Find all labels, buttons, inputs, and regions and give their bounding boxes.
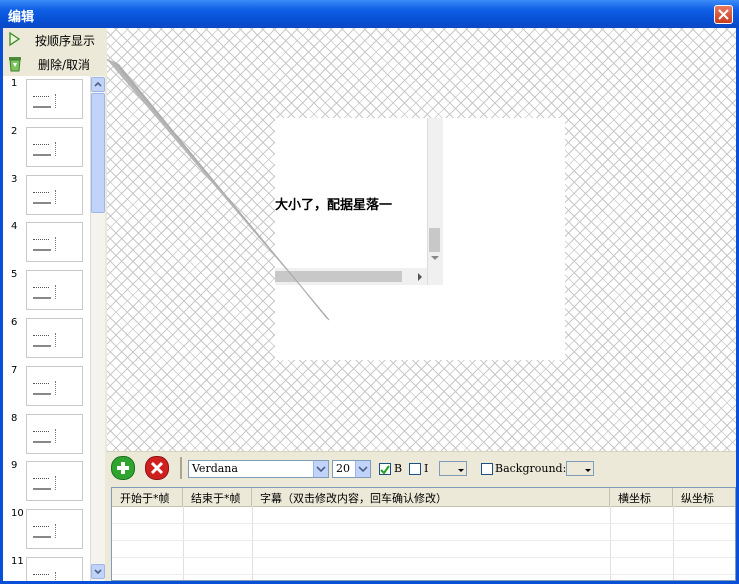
thumbnail-preview: [26, 222, 83, 263]
background-checkbox[interactable]: [481, 463, 493, 475]
subtitle-table[interactable]: 开始于*帧 结束于*帧 字幕（双击修改内容，回车确认修改） 横坐标 纵坐标: [111, 487, 736, 581]
thumbnail-number: 2: [11, 125, 18, 137]
italic-checkbox[interactable]: [409, 463, 421, 475]
thumbnail-number: 5: [11, 269, 18, 281]
play-in-order-label: 按顺序显示: [35, 34, 96, 48]
column-end-frame[interactable]: 结束于*帧: [183, 488, 252, 506]
recycle-bin-icon: [9, 57, 21, 72]
thumbnail-item[interactable]: 6: [3, 315, 91, 363]
scroll-thumb[interactable]: [91, 93, 105, 213]
thumbnail-preview: [26, 126, 83, 167]
grid-row-divider: [112, 540, 735, 541]
background-label: Background:: [495, 462, 567, 475]
thumbnail-number: 6: [11, 317, 18, 328]
dropdown-arrow-icon: [458, 469, 464, 472]
editor-window: 编辑 按顺序显示 删除/取消 1 2 3 4 5 6 7 8 9 10 11 大…: [0, 0, 739, 584]
thumbnail-list: 1 2 3 4 5 6 7 8 9 10 11: [3, 76, 91, 581]
font-size-value: 20: [336, 462, 350, 475]
checkmark-icon: [380, 465, 390, 475]
delete-cancel-button[interactable]: 删除/取消: [3, 52, 105, 76]
grid-row-divider: [112, 574, 735, 575]
grid-col-divider: [610, 506, 611, 580]
close-button[interactable]: [714, 5, 733, 24]
thumbnail-number: 3: [11, 173, 18, 185]
thumbnail-item[interactable]: 5: [3, 267, 91, 315]
delete-subtitle-button[interactable]: [145, 456, 169, 480]
chevron-down-icon: [358, 466, 368, 473]
thumbnail-preview: [26, 509, 83, 550]
plus-icon: [117, 462, 129, 474]
thumbnail-number: 11: [11, 556, 24, 567]
background-color-picker[interactable]: [566, 461, 594, 476]
grid-col-divider: [183, 506, 184, 580]
grid-row-divider: [112, 557, 735, 558]
column-start-frame[interactable]: 开始于*帧: [112, 488, 183, 506]
thumbnail-item[interactable]: 7: [3, 363, 91, 411]
subtitle-table-header: 开始于*帧 结束于*帧 字幕（双击修改内容，回车确认修改） 横坐标 纵坐标: [112, 488, 735, 507]
thumbnail-item[interactable]: 11: [3, 554, 91, 581]
thumbnail-item[interactable]: 3: [3, 172, 91, 220]
grid-col-divider: [252, 506, 253, 580]
drag-line: [107, 58, 330, 321]
subtitle-preview-text: 大小了，配据星落一: [275, 198, 393, 213]
thumbnail-preview: [26, 557, 83, 581]
column-y-coordinate[interactable]: 纵坐标: [673, 488, 735, 506]
thumbnail-number: 4: [11, 221, 18, 233]
text-color-picker[interactable]: [439, 461, 467, 476]
thumbnail-scrollbar[interactable]: [90, 76, 105, 581]
font-select-arrow[interactable]: [313, 461, 328, 477]
font-size-arrow[interactable]: [355, 461, 370, 477]
thumbnail-preview: [26, 318, 83, 358]
client-area: 按顺序显示 删除/取消 1 2 3 4 5 6 7 8 9 10 11 大小了，…: [3, 28, 736, 581]
close-icon: [718, 9, 729, 20]
thumbnail-item[interactable]: 10: [3, 506, 91, 554]
dropdown-arrow-icon: [585, 469, 591, 472]
font-size-select[interactable]: 20: [332, 460, 371, 478]
play-in-order-button[interactable]: 按顺序显示: [3, 28, 105, 52]
chevron-up-icon: [94, 81, 102, 87]
thumbnail-preview: [26, 461, 83, 502]
chevron-down-icon: [94, 569, 102, 575]
left-toolbar: 按顺序显示 删除/取消: [3, 28, 105, 76]
thumbnail-item[interactable]: 1: [3, 76, 91, 124]
thumbnail-preview: [26, 79, 83, 119]
thumbnail-number: 10: [11, 508, 24, 520]
scroll-up-button[interactable]: [91, 77, 105, 92]
x-icon: [150, 461, 164, 475]
thumbnail-item[interactable]: 4: [3, 219, 91, 267]
thumbnail-item[interactable]: 8: [3, 411, 91, 459]
thumbnail-preview: [26, 270, 83, 311]
column-x-coordinate[interactable]: 横坐标: [610, 488, 673, 506]
delete-cancel-label: 删除/取消: [38, 58, 91, 72]
chevron-down-icon: [316, 466, 326, 473]
play-icon: [9, 31, 21, 47]
toolbar-separator: [180, 457, 182, 479]
thumbnail-number: 9: [11, 460, 18, 472]
preview-stage[interactable]: 大小了，配据星落一: [107, 28, 736, 451]
title-bar[interactable]: 编辑: [0, 0, 739, 28]
thumbnail-item[interactable]: 9: [3, 458, 91, 506]
thumbnail-item[interactable]: 2: [3, 124, 91, 172]
font-select[interactable]: Verdana: [188, 460, 329, 478]
thumbnail-number: 1: [11, 78, 18, 89]
thumbnail-preview: [26, 413, 83, 454]
thumbnail-preview: [26, 365, 83, 406]
font-select-value: Verdana: [192, 462, 238, 475]
thumbnail-preview: [26, 174, 83, 215]
thumbnail-number: 8: [11, 412, 18, 424]
column-subtitle-text[interactable]: 字幕（双击修改内容，回车确认修改）: [252, 488, 610, 506]
bold-checkbox[interactable]: [379, 463, 391, 475]
grid-col-divider: [673, 506, 674, 580]
subtitle-controls: Verdana 20 B I Background:: [107, 451, 736, 483]
grid-row-divider: [112, 523, 735, 524]
bold-label: B: [394, 462, 403, 475]
window-title: 编辑: [8, 10, 35, 25]
italic-label: I: [424, 462, 429, 475]
thumbnail-number: 7: [11, 364, 18, 376]
scroll-down-button[interactable]: [91, 564, 105, 579]
add-subtitle-button[interactable]: [111, 456, 135, 480]
